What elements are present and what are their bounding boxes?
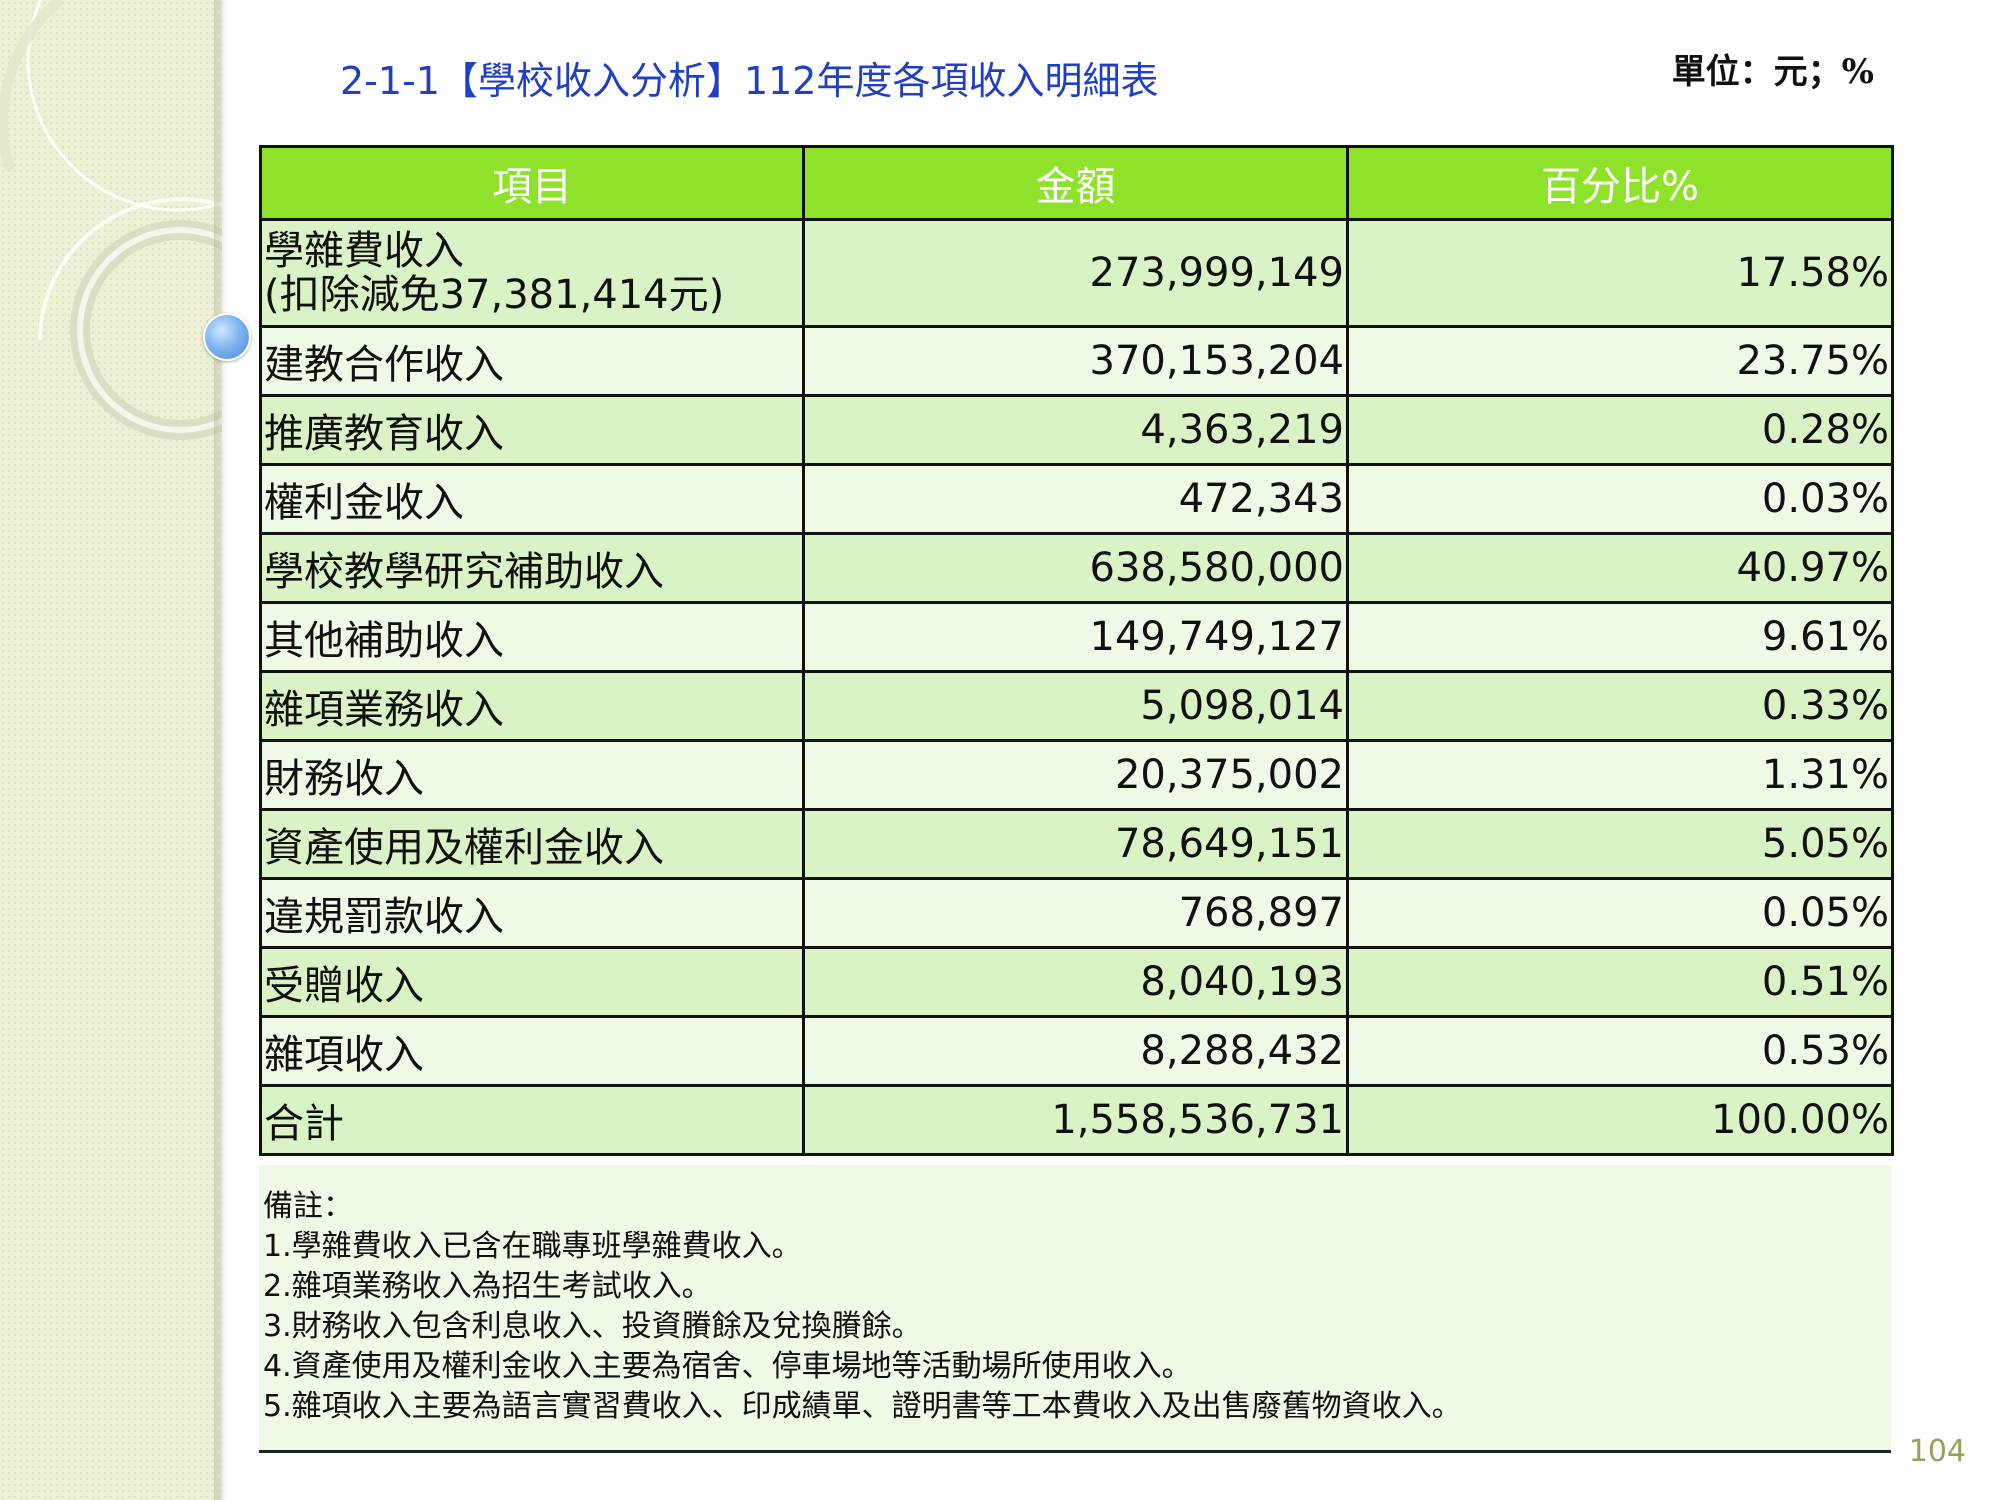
row-amount: 4,363,219 (802, 394, 1349, 466)
row-percent: 5.05% (1346, 808, 1894, 880)
table-row: 推廣教育收入 4,363,219 0.28% (259, 394, 1894, 466)
row-percent: 17.58% (1346, 218, 1894, 328)
row-amount: 20,375,002 (802, 739, 1349, 811)
row-name: 學校教學研究補助收入 (259, 532, 805, 604)
row-name-note: (扣除減免37,381,414元) (264, 272, 725, 318)
row-amount: 273,999,149 (802, 218, 1349, 328)
income-table: 項目 金額 百分比% 學雜費收入 (扣除減免37,381,414元) 273,9… (259, 145, 1894, 1156)
notes-heading: 備註： (263, 1189, 353, 1224)
row-name: 建教合作收入 (259, 325, 805, 397)
table-row: 資產使用及權利金收入 78,649,151 5.05% (259, 808, 1894, 880)
row-amount: 1,558,536,731 (802, 1084, 1349, 1156)
row-name: 推廣教育收入 (259, 394, 805, 466)
note-item: 4.資產使用及權利金收入主要為宿舍、停車場地等活動場所使用收入。 (263, 1349, 1192, 1384)
table-row: 財務收入 20,375,002 1.31% (259, 739, 1894, 811)
row-name: 其他補助收入 (259, 601, 805, 673)
table-row: 雜項業務收入 5,098,014 0.33% (259, 670, 1894, 742)
row-name: 受贈收入 (259, 946, 805, 1018)
table-row: 權利金收入 472,343 0.03% (259, 463, 1894, 535)
decorative-side-panel (0, 0, 222, 1500)
row-amount: 78,649,151 (802, 808, 1349, 880)
row-percent: 9.61% (1346, 601, 1894, 673)
row-percent: 0.53% (1346, 1015, 1894, 1087)
table-header-row: 項目 金額 百分比% (259, 145, 1894, 221)
table-total-row: 合計 1,558,536,731 100.00% (259, 1084, 1894, 1156)
row-name: 權利金收入 (259, 463, 805, 535)
table-row: 受贈收入 8,040,193 0.51% (259, 946, 1894, 1018)
row-amount: 638,580,000 (802, 532, 1349, 604)
row-amount: 370,153,204 (802, 325, 1349, 397)
blue-dot-icon (203, 313, 251, 361)
bottom-divider (259, 1450, 1891, 1453)
table-row: 建教合作收入 370,153,204 23.75% (259, 325, 1894, 397)
header-percent: 百分比% (1346, 145, 1894, 221)
header-item: 項目 (259, 145, 805, 221)
table-row: 學雜費收入 (扣除減免37,381,414元) 273,999,149 17.5… (259, 218, 1894, 328)
row-percent: 40.97% (1346, 532, 1894, 604)
row-percent: 1.31% (1346, 739, 1894, 811)
row-percent: 23.75% (1346, 325, 1894, 397)
row-name: 財務收入 (259, 739, 805, 811)
row-amount: 149,749,127 (802, 601, 1349, 673)
row-percent: 0.03% (1346, 463, 1894, 535)
unit-label: 單位：元；% (1671, 52, 1874, 92)
table-row: 違規罰款收入 768,897 0.05% (259, 877, 1894, 949)
row-amount: 472,343 (802, 463, 1349, 535)
row-name: 雜項業務收入 (259, 670, 805, 742)
row-name: 雜項收入 (259, 1015, 805, 1087)
header-amount: 金額 (802, 145, 1349, 221)
panel-shadow (214, 0, 228, 1500)
row-amount: 768,897 (802, 877, 1349, 949)
page-title: 2-1-1【學校收入分析】112年度各項收入明細表 (340, 59, 1159, 103)
note-item: 5.雜項收入主要為語言實習費收入、印成績單、證明書等工本費收入及出售廢舊物資收入… (263, 1389, 1462, 1424)
note-item: 2.雜項業務收入為招生考試收入。 (263, 1269, 712, 1304)
row-percent: 100.00% (1346, 1084, 1894, 1156)
row-name: 資產使用及權利金收入 (259, 808, 805, 880)
income-table-container: 項目 金額 百分比% 學雜費收入 (扣除減免37,381,414元) 273,9… (259, 145, 1894, 1156)
row-name: 學雜費收入 (扣除減免37,381,414元) (259, 218, 805, 328)
row-percent: 0.51% (1346, 946, 1894, 1018)
row-name: 合計 (259, 1084, 805, 1156)
note-item: 3.財務收入包含利息收入、投資賸餘及兌換賸餘。 (263, 1309, 922, 1344)
table-row: 其他補助收入 149,749,127 9.61% (259, 601, 1894, 673)
row-percent: 0.33% (1346, 670, 1894, 742)
row-name: 違規罰款收入 (259, 877, 805, 949)
decorative-rings (0, 0, 222, 440)
row-amount: 8,040,193 (802, 946, 1349, 1018)
row-percent: 0.05% (1346, 877, 1894, 949)
table-row: 雜項收入 8,288,432 0.53% (259, 1015, 1894, 1087)
row-amount: 8,288,432 (802, 1015, 1349, 1087)
table-row: 學校教學研究補助收入 638,580,000 40.97% (259, 532, 1894, 604)
notes-section: 備註： 1.學雜費收入已含在職專班學雜費收入。 2.雜項業務收入為招生考試收入。… (259, 1165, 1891, 1451)
row-amount: 5,098,014 (802, 670, 1349, 742)
note-item: 1.學雜費收入已含在職專班學雜費收入。 (263, 1229, 802, 1264)
page-number: 104 (1908, 1434, 1966, 1469)
row-name-main: 學雜費收入 (264, 228, 464, 274)
row-percent: 0.28% (1346, 394, 1894, 466)
